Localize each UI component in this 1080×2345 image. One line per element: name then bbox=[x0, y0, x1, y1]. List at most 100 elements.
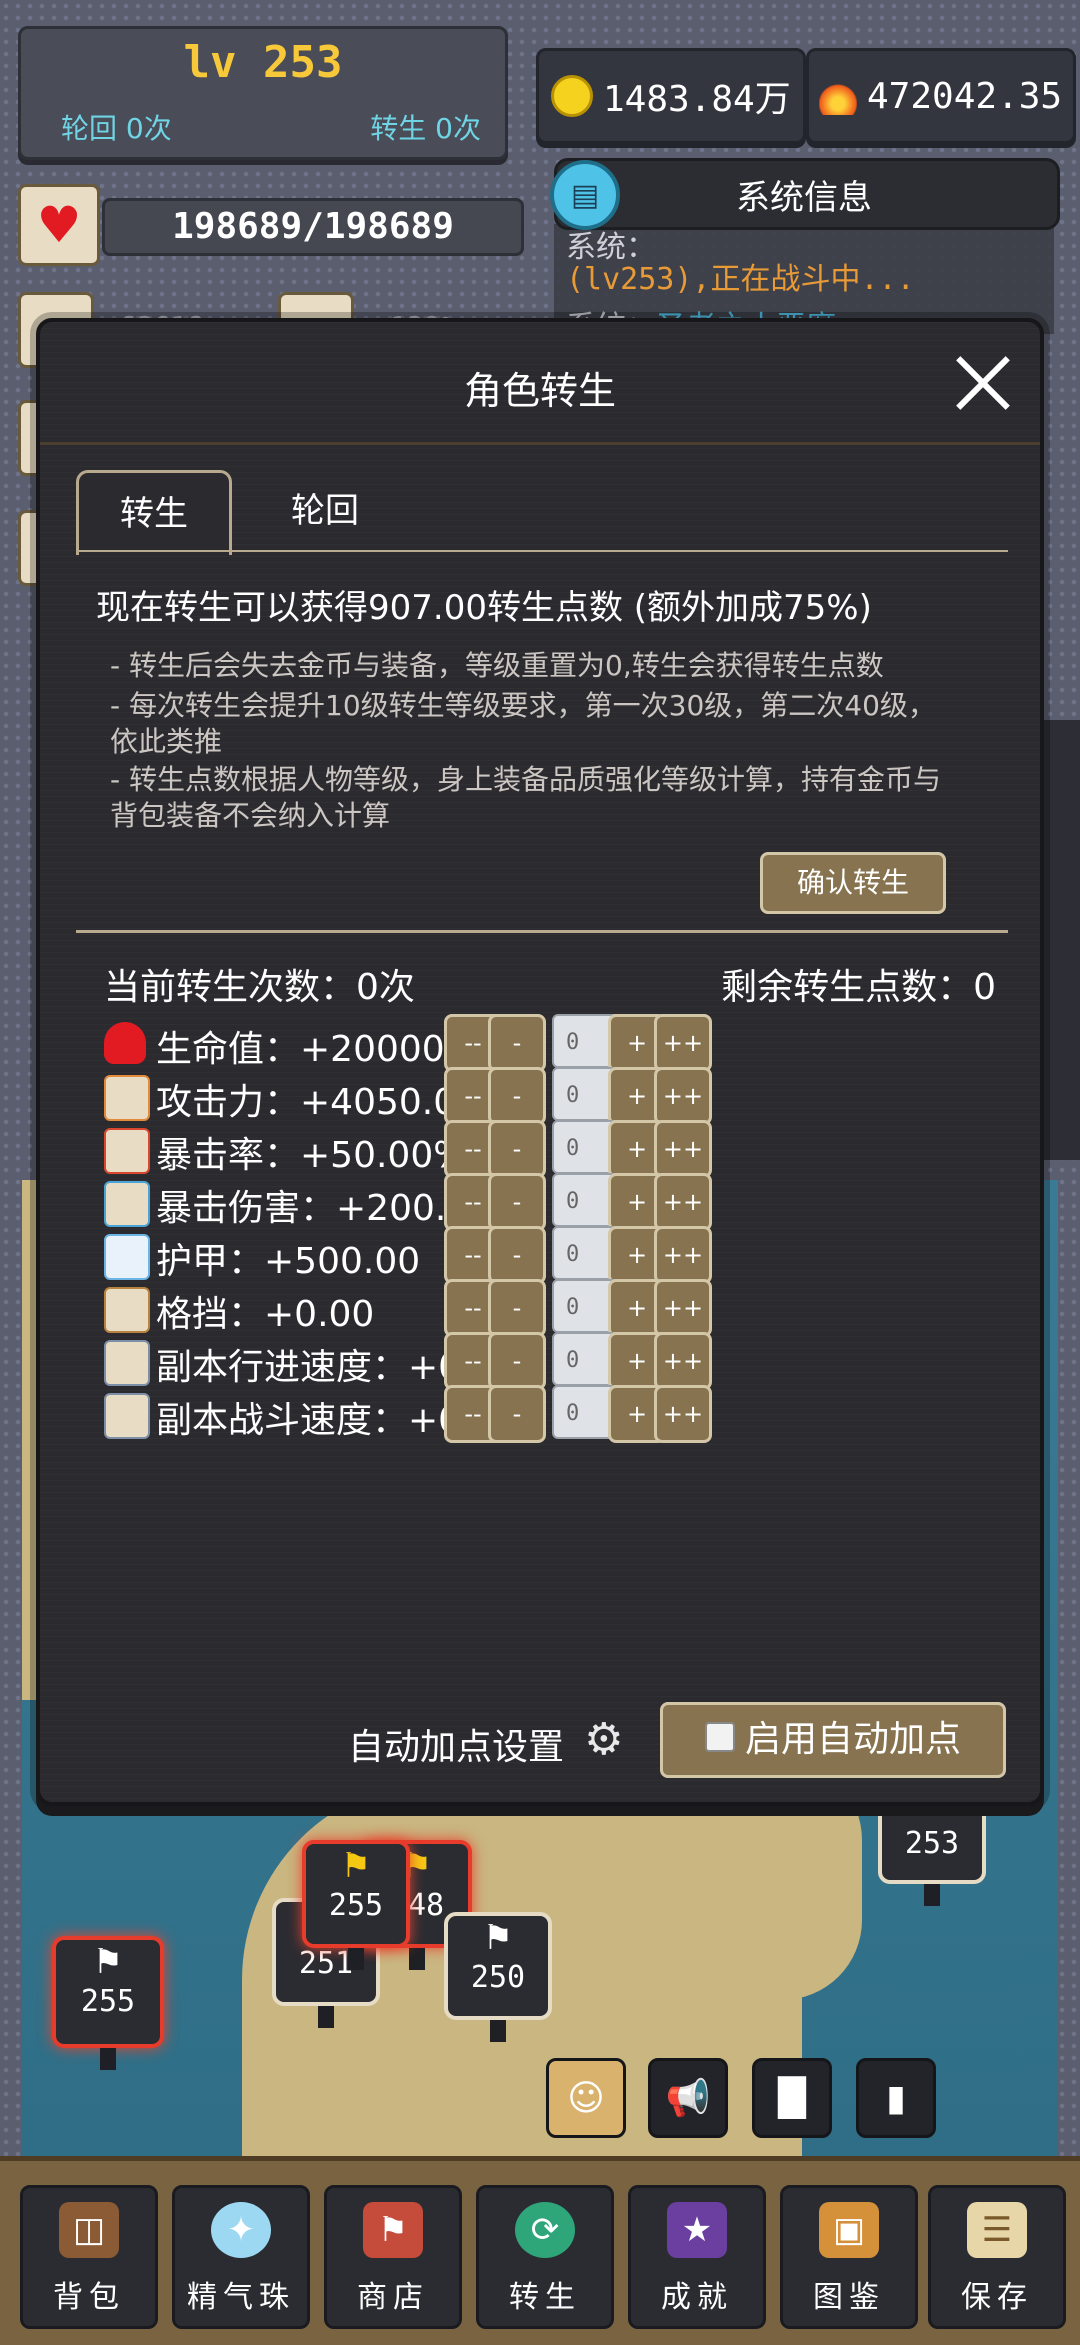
map-marker[interactable]: ⚑ 255 bbox=[302, 1840, 410, 1970]
current-rebirth-count: 当前转生次数：0次 bbox=[104, 967, 415, 1008]
shield-icon bbox=[104, 1234, 150, 1280]
nav-label: 精气珠 bbox=[187, 2280, 295, 2315]
nav-label: 图鉴 bbox=[813, 2280, 885, 2315]
auto-allocate-label: 启用自动加点 bbox=[744, 1719, 961, 1760]
desc-line: - 转生后会失去金币与装备，等级重置为0,转生会获得转生点数 bbox=[110, 649, 884, 682]
sysinfo-title: 系统信息 bbox=[736, 178, 872, 218]
desc-line: - 转生点数根据人物等级，身上装备品质强化等级计算，持有金币与 bbox=[110, 763, 942, 796]
bottom-nav: ◫ 背包 ✦ 精气珠 ⚑ 商店 ⟳ 转生 ★ 成就 ▣ 图鉴 ☰ 保存 bbox=[0, 2156, 1080, 2345]
modal-title: 角色转生 bbox=[463, 369, 616, 413]
rebirth-icon: ⟳ bbox=[515, 2202, 575, 2258]
sysinfo-line-2: (lv253),正在战斗中... bbox=[566, 262, 915, 297]
nav-codex[interactable]: ▣ 图鉴 bbox=[780, 2185, 918, 2329]
nav-save[interactable]: ☰ 保存 bbox=[928, 2185, 1066, 2329]
increase-10-button[interactable]: ++ bbox=[654, 1120, 712, 1178]
nav-label: 背包 bbox=[53, 2280, 125, 2315]
map-marker[interactable]: ⚑ 255 bbox=[52, 1936, 164, 2070]
bookmark-icon[interactable]: ▮ bbox=[856, 2058, 936, 2138]
increase-10-button[interactable]: ++ bbox=[654, 1226, 712, 1284]
marker-stem bbox=[318, 2006, 334, 2028]
tab-divider bbox=[76, 550, 1008, 552]
stat-row-hp: 生命值：+20000.00 -- - 0 + ++ bbox=[104, 1014, 1016, 1074]
nav-rebirth[interactable]: ⟳ 转生 bbox=[476, 2185, 614, 2329]
stat-label: 攻击力：+4050.00 bbox=[156, 1082, 480, 1123]
nav-backpack[interactable]: ◫ 背包 bbox=[20, 2185, 158, 2329]
close-icon[interactable] bbox=[952, 352, 1012, 412]
gear-icon[interactable]: ⚙ bbox=[584, 1718, 628, 1762]
shop-icon: ⚑ bbox=[363, 2202, 423, 2258]
backpack-icon: ◫ bbox=[59, 2202, 119, 2258]
marker-level: 255 bbox=[328, 1888, 384, 1923]
stat-row-crit-damage: 暴击伤害：+200.00% -- - 0 + ++ bbox=[104, 1173, 1016, 1233]
nav-orb[interactable]: ✦ 精气珠 bbox=[172, 2185, 310, 2329]
crit-rate-icon bbox=[104, 1128, 150, 1174]
tab-reincarnation[interactable]: 轮回 bbox=[250, 470, 400, 552]
flag-icon: ⚑ bbox=[340, 1846, 372, 1886]
decrease-1-button[interactable]: - bbox=[488, 1014, 546, 1072]
decrease-1-button[interactable]: - bbox=[488, 1226, 546, 1284]
hp-display: ♥ 198689/198689 bbox=[18, 184, 524, 266]
nav-label: 成就 bbox=[661, 2280, 733, 2315]
decrease-1-button[interactable]: - bbox=[488, 1385, 546, 1443]
boot-icon bbox=[104, 1393, 150, 1439]
heart-icon: ♥ bbox=[18, 184, 100, 266]
coin-icon bbox=[551, 75, 593, 117]
boot-icon bbox=[104, 1340, 150, 1386]
desc-line: 依此类推 bbox=[110, 725, 223, 758]
crit-damage-icon bbox=[104, 1181, 150, 1227]
stat-row-battle-speed: 副本战斗速度：+0.00X -- - 0 + ++ bbox=[104, 1385, 1016, 1445]
flag-icon: ⚑ bbox=[92, 1942, 124, 1982]
nav-shop[interactable]: ⚑ 商店 bbox=[324, 2185, 462, 2329]
stat-row-block: 格挡：+0.00 -- - 0 + ++ bbox=[104, 1279, 1016, 1339]
marker-level: 255 bbox=[80, 1984, 136, 2019]
modal-header: 角色转生 bbox=[40, 322, 1040, 445]
nav-label: 保存 bbox=[961, 2280, 1033, 2315]
block-icon bbox=[104, 1287, 150, 1333]
stat-row-armor: 护甲：+500.00 -- - 0 + ++ bbox=[104, 1226, 1016, 1286]
stat-label: 格挡：+0.00 bbox=[156, 1294, 375, 1335]
megaphone-icon[interactable]: 📢 bbox=[648, 2058, 728, 2138]
lunhui-count: 轮回 0次 bbox=[61, 112, 172, 145]
heart-icon bbox=[104, 1022, 146, 1064]
increase-10-button[interactable]: ++ bbox=[654, 1279, 712, 1337]
zhuansheng-count: 转生 0次 bbox=[370, 112, 481, 145]
sword-icon bbox=[104, 1075, 150, 1121]
increase-10-button[interactable]: ++ bbox=[654, 1067, 712, 1125]
bar-chart-icon[interactable]: █ bbox=[752, 2058, 832, 2138]
confirm-rebirth-button[interactable]: 确认转生 bbox=[760, 852, 946, 914]
decrease-1-button[interactable]: - bbox=[488, 1279, 546, 1337]
decrease-1-button[interactable]: - bbox=[488, 1120, 546, 1178]
clipboard-icon[interactable]: ▤ bbox=[550, 160, 620, 230]
fire-icon bbox=[819, 77, 857, 115]
level-panel: lv 253 轮回 0次 转生 0次 bbox=[18, 26, 508, 160]
character-card-icon[interactable]: ☺ bbox=[546, 2058, 626, 2138]
increase-10-button[interactable]: ++ bbox=[654, 1332, 712, 1390]
stat-row-attack: 攻击力：+4050.00 -- - 0 + ++ bbox=[104, 1067, 1016, 1127]
achievement-icon: ★ bbox=[667, 2202, 727, 2258]
increase-10-button[interactable]: ++ bbox=[654, 1173, 712, 1231]
stat-row-march-speed: 副本行进速度：+0.00X -- - 0 + ++ bbox=[104, 1332, 1016, 1392]
fire-display: 472042.35 bbox=[806, 48, 1076, 144]
fire-value: 472042.35 bbox=[867, 75, 1063, 117]
tab-rebirth[interactable]: 转生 bbox=[76, 470, 232, 555]
increase-10-button[interactable]: ++ bbox=[654, 1014, 712, 1072]
nav-label: 商店 bbox=[357, 2280, 429, 2315]
decrease-1-button[interactable]: - bbox=[488, 1067, 546, 1125]
marker-stem bbox=[100, 2048, 116, 2070]
level-text: lv 253 bbox=[183, 37, 343, 88]
section-divider bbox=[76, 930, 1008, 933]
stat-row-crit-rate: 暴击率：+50.00% -- - 0 + ++ bbox=[104, 1120, 1016, 1180]
checkbox-icon[interactable] bbox=[704, 1722, 735, 1752]
decrease-1-button[interactable]: - bbox=[488, 1332, 546, 1390]
hp-value: 198689/198689 bbox=[102, 198, 524, 256]
coin-display: 1483.84万 bbox=[536, 48, 806, 144]
enable-auto-allocate-button[interactable]: 启用自动加点 bbox=[660, 1702, 1006, 1778]
decrease-1-button[interactable]: - bbox=[488, 1173, 546, 1231]
stat-label: 暴击率：+50.00% bbox=[156, 1135, 468, 1176]
marker-stem bbox=[924, 1884, 940, 1906]
increase-10-button[interactable]: ++ bbox=[654, 1385, 712, 1443]
map-marker[interactable]: ⚑ 250 bbox=[444, 1912, 552, 2042]
marker-stem bbox=[409, 1948, 425, 1970]
nav-achievement[interactable]: ★ 成就 bbox=[628, 2185, 766, 2329]
auto-allocate-settings-label: 自动加点设置 bbox=[348, 1727, 565, 1768]
